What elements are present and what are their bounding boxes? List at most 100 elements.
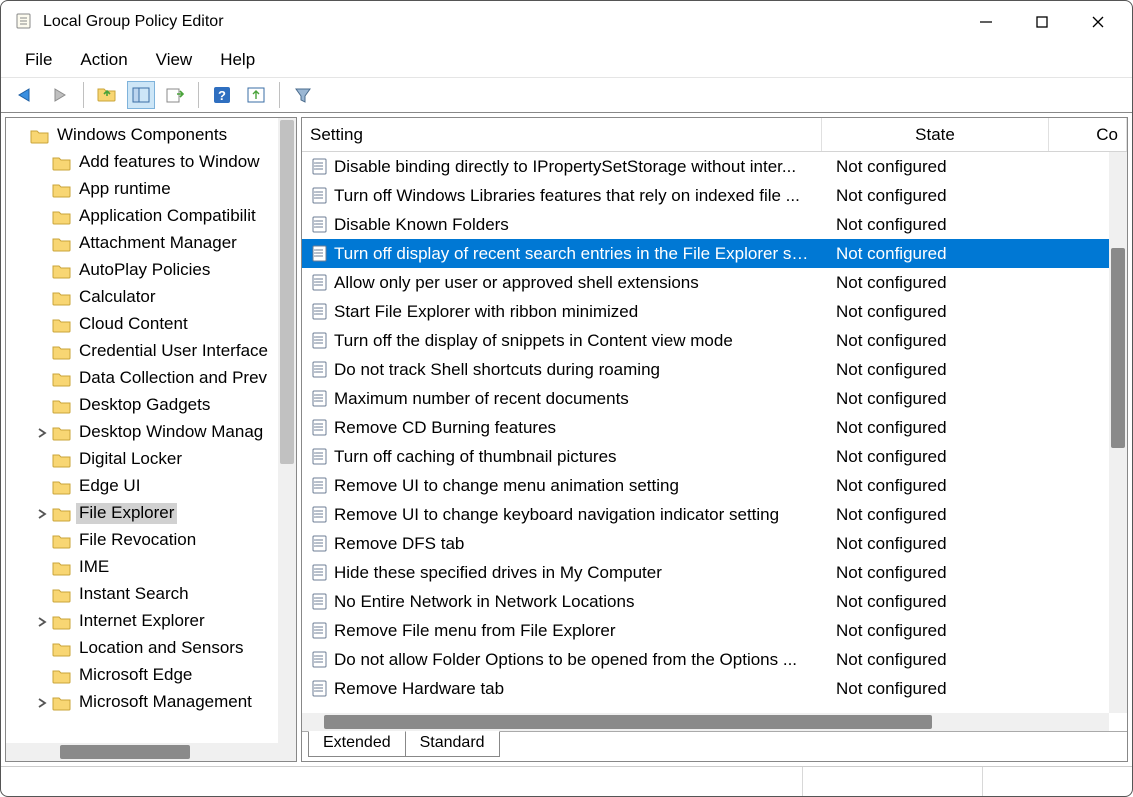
- policy-row[interactable]: Allow only per user or approved shell ex…: [302, 268, 1127, 297]
- tree-node[interactable]: Application Compatibilit: [12, 203, 296, 230]
- filter-button[interactable]: [289, 81, 317, 109]
- tree-node[interactable]: IME: [12, 554, 296, 581]
- policy-row[interactable]: Turn off the display of snippets in Cont…: [302, 326, 1127, 355]
- tree-label: Microsoft Management: [76, 692, 255, 713]
- tab-standard[interactable]: Standard: [405, 731, 500, 757]
- policy-row[interactable]: Remove Hardware tabNot configured: [302, 674, 1127, 703]
- close-button[interactable]: [1070, 3, 1126, 41]
- list-horizontal-scrollbar[interactable]: [302, 713, 1109, 731]
- tree-node[interactable]: Cloud Content: [12, 311, 296, 338]
- toolbar-separator: [83, 82, 84, 108]
- tree-label: Data Collection and Prev: [76, 368, 270, 389]
- svg-text:?: ?: [218, 88, 226, 103]
- policy-row[interactable]: Maximum number of recent documentsNot co…: [302, 384, 1127, 413]
- policy-row[interactable]: Disable Known FoldersNot configured: [302, 210, 1127, 239]
- policy-row[interactable]: Start File Explorer with ribbon minimize…: [302, 297, 1127, 326]
- export-button[interactable]: [161, 81, 189, 109]
- policy-row[interactable]: Remove File menu from File ExplorerNot c…: [302, 616, 1127, 645]
- spacer: [34, 317, 50, 333]
- policy-icon: [308, 245, 330, 262]
- folder-icon: [52, 560, 72, 576]
- policy-state: Not configured: [822, 418, 1049, 438]
- forward-button[interactable]: [46, 81, 74, 109]
- menu-action[interactable]: Action: [66, 46, 141, 74]
- folder-icon: [52, 641, 72, 657]
- tree-label: Calculator: [76, 287, 159, 308]
- column-header-setting[interactable]: Setting: [302, 118, 822, 151]
- policy-row[interactable]: Do not allow Folder Options to be opened…: [302, 645, 1127, 674]
- tree-node[interactable]: Internet Explorer: [12, 608, 296, 635]
- policy-setting: Remove DFS tab: [334, 534, 822, 554]
- policy-row[interactable]: Remove DFS tabNot configured: [302, 529, 1127, 558]
- folder-icon: [52, 479, 72, 495]
- tree-node[interactable]: Data Collection and Prev: [12, 365, 296, 392]
- policy-state: Not configured: [822, 389, 1049, 409]
- tree-node[interactable]: AutoPlay Policies: [12, 257, 296, 284]
- tree-node[interactable]: Microsoft Edge: [12, 662, 296, 689]
- tree-node[interactable]: Attachment Manager: [12, 230, 296, 257]
- policy-row[interactable]: Disable binding directly to IPropertySet…: [302, 152, 1127, 181]
- tree-node[interactable]: Edge UI: [12, 473, 296, 500]
- policy-row[interactable]: Remove UI to change menu animation setti…: [302, 471, 1127, 500]
- folder-icon: [52, 182, 72, 198]
- tree-node[interactable]: Location and Sensors: [12, 635, 296, 662]
- status-cell: [982, 767, 1132, 796]
- spacer: [34, 479, 50, 495]
- tree-label: Desktop Window Manag: [76, 422, 266, 443]
- tree-horizontal-scrollbar[interactable]: [6, 743, 278, 761]
- policy-setting: Start File Explorer with ribbon minimize…: [334, 302, 822, 322]
- folder-icon: [52, 695, 72, 711]
- policy-icon: [308, 448, 330, 465]
- help-button[interactable]: ?: [208, 81, 236, 109]
- expand-icon[interactable]: [34, 506, 50, 522]
- policy-row[interactable]: Do not track Shell shortcuts during roam…: [302, 355, 1127, 384]
- column-header-state[interactable]: State: [822, 118, 1049, 151]
- tree-node[interactable]: Credential User Interface: [12, 338, 296, 365]
- tree-node[interactable]: Microsoft Management: [12, 689, 296, 716]
- tree-node[interactable]: Desktop Gadgets: [12, 392, 296, 419]
- tree-node[interactable]: Calculator: [12, 284, 296, 311]
- tree-node[interactable]: App runtime: [12, 176, 296, 203]
- tree-vertical-scrollbar[interactable]: [278, 118, 296, 761]
- maximize-button[interactable]: [1014, 3, 1070, 41]
- properties-button[interactable]: [242, 81, 270, 109]
- tree-node[interactable]: Digital Locker: [12, 446, 296, 473]
- window-title: Local Group Policy Editor: [43, 13, 224, 31]
- policy-row[interactable]: No Entire Network in Network LocationsNo…: [302, 587, 1127, 616]
- policy-row[interactable]: Turn off Windows Libraries features that…: [302, 181, 1127, 210]
- tree-node[interactable]: Add features to Window: [12, 149, 296, 176]
- tree-node[interactable]: File Revocation: [12, 527, 296, 554]
- policy-setting: No Entire Network in Network Locations: [334, 592, 822, 612]
- policy-state: Not configured: [822, 302, 1049, 322]
- tree-node[interactable]: Instant Search: [12, 581, 296, 608]
- policy-row[interactable]: Hide these specified drives in My Comput…: [302, 558, 1127, 587]
- policy-row[interactable]: Remove CD Burning featuresNot configured: [302, 413, 1127, 442]
- spacer: [34, 398, 50, 414]
- policy-state: Not configured: [822, 244, 1049, 264]
- menu-view[interactable]: View: [142, 46, 207, 74]
- tree-label: Application Compatibilit: [76, 206, 259, 227]
- column-header-comment[interactable]: Co: [1049, 118, 1127, 151]
- tree-node-root[interactable]: Windows Components: [12, 122, 296, 149]
- policy-setting: Disable Known Folders: [334, 215, 822, 235]
- policy-row[interactable]: Turn off display of recent search entrie…: [302, 239, 1127, 268]
- policy-icon: [308, 187, 330, 204]
- minimize-button[interactable]: [958, 3, 1014, 41]
- expand-icon[interactable]: [34, 425, 50, 441]
- back-button[interactable]: [12, 81, 40, 109]
- expand-icon[interactable]: [34, 614, 50, 630]
- tree-node[interactable]: Desktop Window Manag: [12, 419, 296, 446]
- show-tree-button[interactable]: [127, 81, 155, 109]
- expand-icon[interactable]: [34, 695, 50, 711]
- folder-icon: [52, 533, 72, 549]
- policy-row[interactable]: Turn off caching of thumbnail picturesNo…: [302, 442, 1127, 471]
- list-body: Disable binding directly to IPropertySet…: [302, 152, 1127, 761]
- tab-extended[interactable]: Extended: [308, 731, 405, 757]
- list-vertical-scrollbar[interactable]: [1109, 152, 1127, 713]
- menu-file[interactable]: File: [11, 46, 66, 74]
- policy-row[interactable]: Remove UI to change keyboard navigation …: [302, 500, 1127, 529]
- up-folder-button[interactable]: [93, 81, 121, 109]
- tree-node[interactable]: File Explorer: [12, 500, 296, 527]
- menu-help[interactable]: Help: [206, 46, 269, 74]
- policy-setting: Remove UI to change menu animation setti…: [334, 476, 822, 496]
